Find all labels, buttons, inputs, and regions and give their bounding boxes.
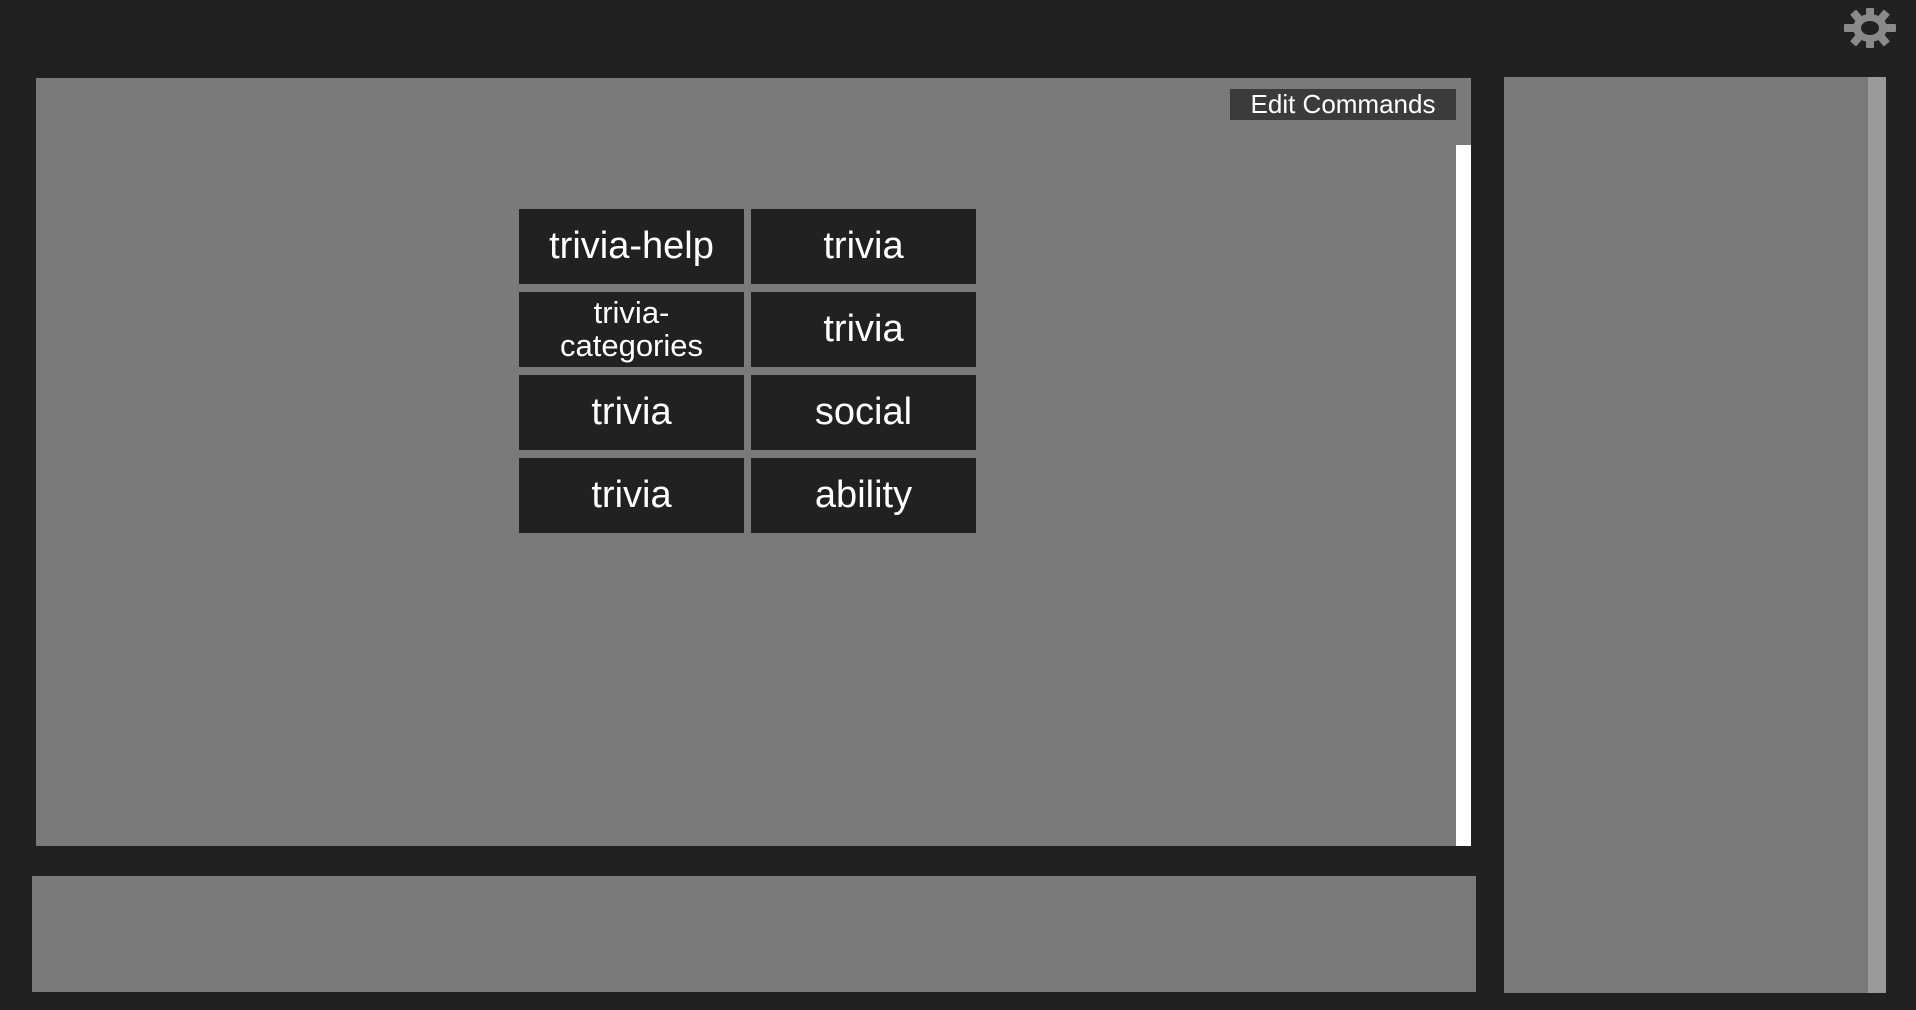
command-label: trivia bbox=[591, 390, 672, 433]
bottom-panel bbox=[32, 876, 1476, 992]
gear-icon bbox=[1844, 8, 1896, 48]
command-button[interactable]: trivia-categories bbox=[519, 292, 744, 367]
command-label: trivia-categories bbox=[559, 294, 704, 363]
side-panel bbox=[1504, 77, 1886, 993]
command-grid: trivia-help trivia trivia-categories tri… bbox=[519, 209, 976, 533]
command-label: trivia bbox=[823, 307, 904, 350]
command-label: trivia bbox=[823, 224, 904, 267]
edit-commands-button[interactable]: Edit Commands bbox=[1230, 89, 1456, 120]
command-button[interactable]: trivia bbox=[751, 292, 976, 367]
command-label: ability bbox=[814, 473, 913, 516]
command-button[interactable]: ability bbox=[751, 458, 976, 533]
command-panel-scrollbar[interactable] bbox=[1456, 145, 1471, 846]
command-button[interactable]: trivia bbox=[519, 458, 744, 533]
command-button[interactable]: trivia bbox=[519, 375, 744, 450]
command-button[interactable]: social bbox=[751, 375, 976, 450]
side-panel-scrollbar[interactable] bbox=[1868, 77, 1886, 993]
command-panel: Edit Commands trivia-help trivia trivia-… bbox=[36, 78, 1471, 846]
command-label: trivia bbox=[591, 473, 672, 516]
command-label: trivia-help bbox=[549, 224, 714, 267]
command-button[interactable]: trivia bbox=[751, 209, 976, 284]
command-button[interactable]: trivia-help bbox=[519, 209, 744, 284]
app-screen: Edit Commands trivia-help trivia trivia-… bbox=[0, 0, 1916, 1010]
command-label: social bbox=[814, 390, 913, 433]
settings-button[interactable] bbox=[1842, 6, 1898, 50]
